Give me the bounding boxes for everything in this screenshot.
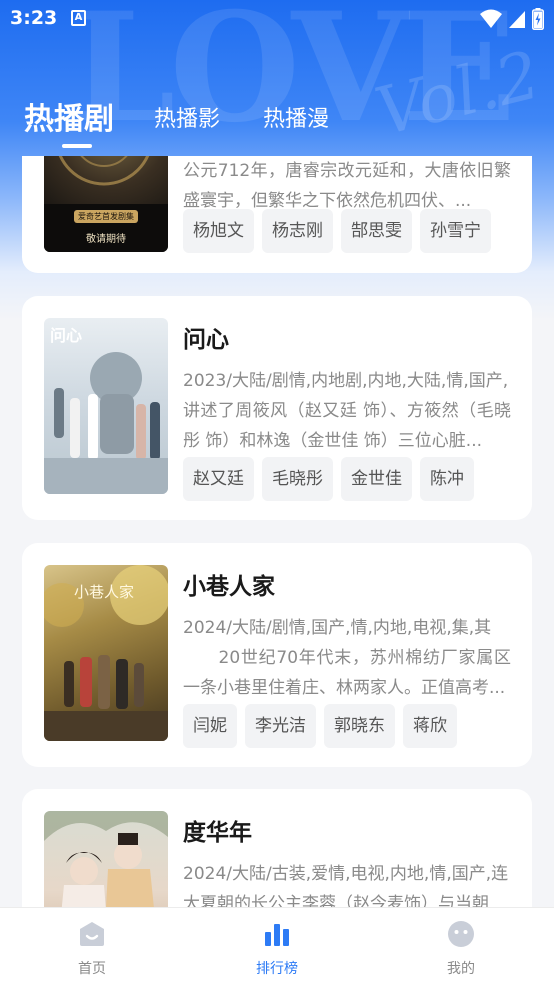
cast-chip[interactable]: 李光洁 [245,704,316,748]
show-description: 20世纪70年代末，苏州棉纺厂家属区一条小巷里住着庄、林两家人。正值高考... [183,648,511,698]
show-card[interactable]: 问心 问心 2023/大陆/剧情,内地剧,内地,大陆,情,国产, 讲述了周筱风（… [22,296,532,520]
show-poster: 小巷人家 [44,565,168,741]
status-time: 3:23 [10,7,58,29]
cast-chip[interactable]: 毛晓彤 [262,457,333,501]
show-card[interactable]: 小巷人家 小巷人家 2024/大陆/剧情,国产,情,内地,电视,集,其 20世纪… [22,543,532,767]
nav-ranking-label: 排行榜 [256,961,298,977]
bottom-navigation: 首页 排行榜 我的 [0,907,554,985]
bar-chart-icon [265,924,289,946]
nav-mine-label: 我的 [447,961,475,977]
show-meta: 2024/大陆/古装,爱情,电视,内地,情,国产,连 [183,864,509,884]
cast-chip[interactable]: 陈冲 [420,457,474,501]
cast-chip[interactable]: 郭晓东 [324,704,395,748]
signal-icon [509,11,525,28]
show-title: 小巷人家 [183,574,275,600]
app-notification-icon: A [71,10,86,26]
show-description: 大夏朝的长公主李蓉（赵今麦饰）与当朝 [183,894,489,907]
cast-chip[interactable]: 赵又廷 [183,457,254,501]
poster-caption-bottom: 敬请期待 [86,234,126,245]
cast-chip[interactable]: 郜思雯 [341,209,412,253]
show-meta: 2023/大陆/剧情,内地剧,内地,大陆,情,国产, [183,371,509,391]
show-poster [44,811,168,907]
show-poster: 爱奇艺首发剧集 敬请期待 [44,156,168,252]
home-icon [80,922,104,946]
show-card[interactable]: 度华年 2024/大陆/古装,爱情,电视,内地,情,国产,连 大夏朝的长公主李蓉… [22,789,532,907]
status-bar: 3:23 A [0,0,554,40]
battery-charging-icon [532,8,544,30]
category-tabs: 热播剧 热播影 热播漫 [0,88,554,148]
tab-hot-anime[interactable]: 热播漫 [263,101,329,133]
nav-home[interactable]: 首页 [32,908,152,985]
cast-list: 闫妮 李光洁 郭晓东 蒋欣 [183,704,457,748]
active-tab-indicator [62,144,92,148]
cast-chip[interactable]: 杨志刚 [262,209,333,253]
show-meta: 2024/大陆/剧情,国产,情,内地,电视,集,其 [183,618,492,638]
cast-chip[interactable]: 金世佳 [341,457,412,501]
tab-hot-movie[interactable]: 热播影 [154,101,220,133]
cast-list: 赵又廷 毛晓彤 金世佳 陈冲 [183,457,474,501]
nav-home-label: 首页 [78,961,106,977]
wifi-icon [480,9,502,28]
show-description: 公元712年，唐睿宗改元延和，大唐依旧繁盛寰宇，但繁华之下依然危机四伏、... [183,161,511,211]
show-title: 问心 [183,327,229,353]
poster-artwork [44,811,168,907]
show-title: 度华年 [183,820,252,846]
show-poster: 问心 [44,318,168,494]
show-card[interactable]: 爱奇艺首发剧集 敬请期待 公元712年，唐睿宗改元延和，大唐依旧繁盛寰宇，但繁华… [22,156,532,273]
poster-caption-top: 小巷人家 [74,583,135,601]
smiley-icon [448,921,474,947]
poster-caption-top: 问心 [50,326,83,345]
nav-ranking[interactable]: 排行榜 [217,908,337,985]
show-description: 讲述了周筱风（赵又廷 饰）、方筱然（毛晓彤 饰）和林逸（金世佳 饰）三位心脏..… [183,401,511,451]
cast-chip[interactable]: 杨旭文 [183,209,254,253]
cast-list: 杨旭文 杨志刚 郜思雯 孙雪宁 [183,209,491,253]
cast-chip[interactable]: 蒋欣 [403,704,457,748]
show-list[interactable]: 爱奇艺首发剧集 敬请期待 公元712年，唐睿宗改元延和，大唐依旧繁盛寰宇，但繁华… [0,156,554,907]
poster-caption-top: 爱奇艺首发剧集 [74,210,138,223]
nav-mine[interactable]: 我的 [401,908,521,985]
cast-chip[interactable]: 孙雪宁 [420,209,491,253]
cast-chip[interactable]: 闫妮 [183,704,237,748]
tab-hot-drama[interactable]: 热播剧 [24,94,114,138]
